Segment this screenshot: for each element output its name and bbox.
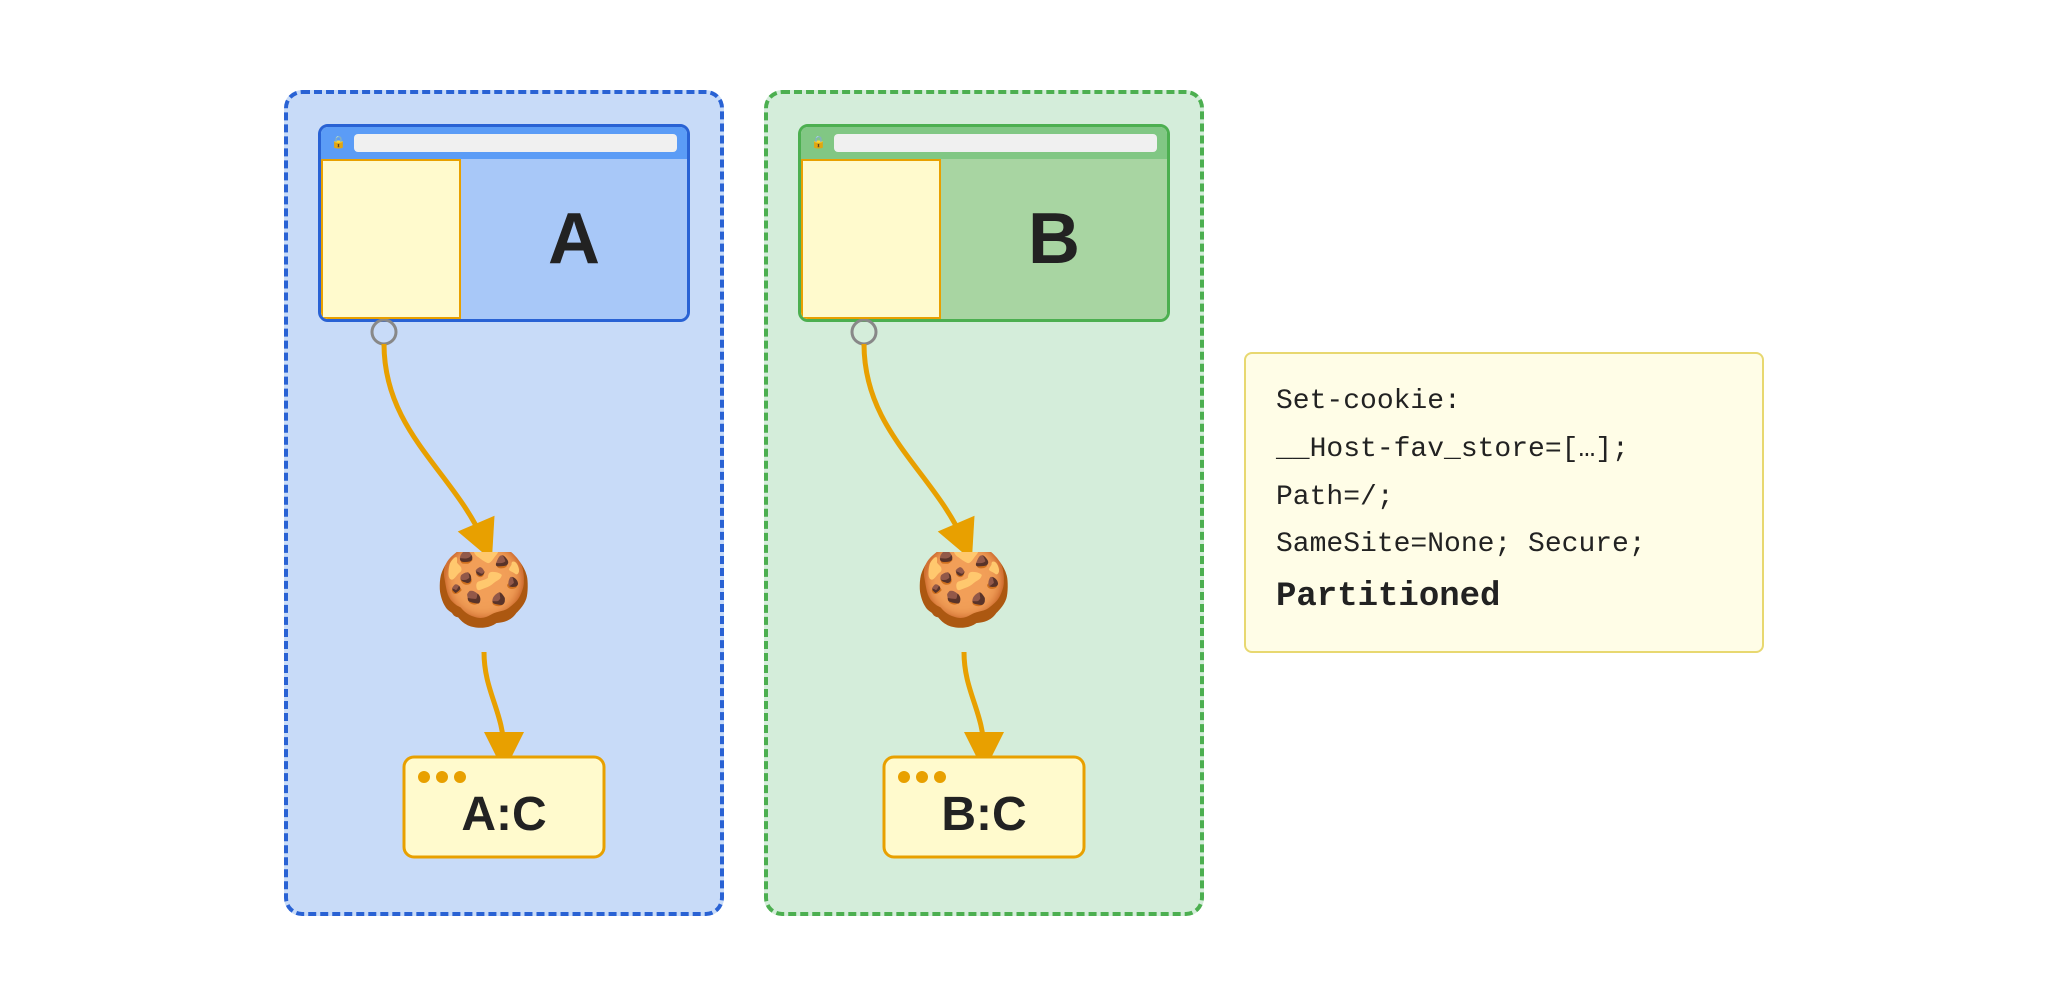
address-bar-b <box>834 134 1157 152</box>
flow-svg-b: 🍪 B:C <box>794 312 1174 872</box>
code-line-1: __Host-fav_store=[…]; <box>1276 426 1732 474</box>
site-label-a: A <box>548 198 600 280</box>
address-bar-a <box>354 134 677 152</box>
code-box: Set-cookie: __Host-fav_store=[…]; Path=/… <box>1244 352 1764 652</box>
diagram-container: 🔒 A <box>244 50 1804 956</box>
iframe-box-a <box>321 159 461 319</box>
browser-content-a: A <box>321 159 687 319</box>
flow-svg-a: 🍪 A:C <box>314 312 694 872</box>
lock-icon-b: 🔒 <box>811 135 826 150</box>
browser-titlebar-b: 🔒 <box>801 127 1167 159</box>
browser-window-b: 🔒 B <box>798 124 1170 322</box>
lock-icon-a: 🔒 <box>331 135 346 150</box>
main-area-a: A <box>461 159 687 319</box>
storage-label-a: A:C <box>461 788 546 841</box>
storage-label-b: B:C <box>941 788 1026 841</box>
code-line-3: SameSite=None; Secure; <box>1276 521 1732 569</box>
partition-a-box: 🔒 A <box>284 90 724 916</box>
browser-content-b: B <box>801 159 1167 319</box>
partition-b-box: 🔒 B 🍪 <box>764 90 1204 916</box>
code-line-0: Set-cookie: <box>1276 378 1732 426</box>
site-label-b: B <box>1028 198 1080 280</box>
code-line-4: Partitioned <box>1276 569 1732 627</box>
iframe-box-b <box>801 159 941 319</box>
browser-titlebar-a: 🔒 <box>321 127 687 159</box>
cookie-b: 🍪 <box>904 552 1024 632</box>
cookie-a: 🍪 <box>424 552 544 632</box>
main-area-b: B <box>941 159 1167 319</box>
code-line-2: Path=/; <box>1276 474 1732 522</box>
browser-window-a: 🔒 A <box>318 124 690 322</box>
